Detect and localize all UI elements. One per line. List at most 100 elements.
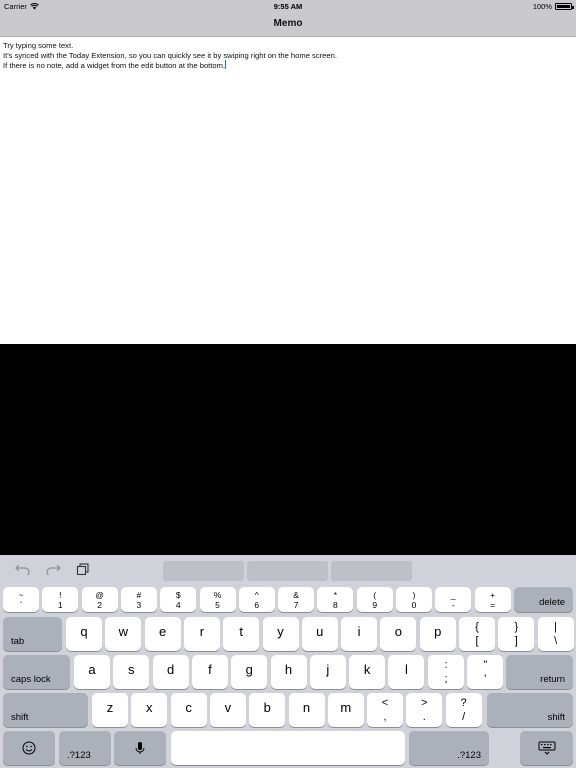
clock: 9:55 AM (273, 2, 303, 11)
key-shift-label: " (483, 659, 488, 671)
key-label: = (490, 600, 496, 610)
key-symbol[interactable]: {[ (459, 617, 495, 651)
key-label: b (263, 700, 271, 715)
key-g[interactable]: g (231, 655, 268, 689)
key-y[interactable]: y (262, 617, 299, 651)
key-l[interactable]: l (388, 655, 425, 689)
key-6[interactable]: ^ 6 (238, 587, 275, 612)
memo-text-view[interactable]: Try typing some text. It's synced with t… (0, 37, 576, 344)
key-p[interactable]: p (419, 617, 456, 651)
key-label: 4 (175, 600, 181, 610)
key-symbol[interactable]: :; (428, 655, 464, 689)
navigation-bar: Memo (0, 12, 576, 37)
key-v[interactable]: v (209, 693, 246, 727)
numbers-key-right[interactable]: .?123 (409, 731, 489, 765)
paste-icon[interactable] (75, 563, 91, 577)
key-label: 5 (215, 600, 220, 610)
key-label: \ (554, 635, 558, 647)
redo-icon[interactable] (45, 563, 61, 577)
key-z[interactable]: z (92, 693, 128, 727)
prediction-slot[interactable] (247, 561, 328, 581)
key--[interactable]: _ - (435, 587, 472, 612)
key-label: h (284, 662, 293, 677)
key-label: 1 (57, 600, 63, 610)
key-3[interactable]: #3 (120, 587, 157, 612)
key-w[interactable]: w (105, 617, 142, 651)
prediction-slot[interactable] (163, 561, 244, 581)
page-title: Memo (273, 18, 303, 29)
key-i[interactable]: i (341, 617, 378, 651)
key-4[interactable]: $4 (160, 587, 197, 612)
key-t[interactable]: t (223, 617, 260, 651)
key-symbol[interactable]: >. (406, 693, 443, 727)
key-h[interactable]: h (270, 655, 307, 689)
key-c[interactable]: c (170, 693, 207, 727)
key-shift-label: : (444, 659, 448, 671)
key-label: g (245, 662, 253, 677)
numbers-key-left[interactable]: .?123 (59, 731, 111, 765)
memo-line: It's synced with the Today Extension, so… (3, 50, 337, 60)
keyboard-dismiss-icon (520, 741, 573, 758)
key-label: [ (475, 635, 479, 647)
key-label: t (239, 624, 243, 639)
key-label: j (326, 662, 330, 677)
key-symbol[interactable]: " ' (467, 655, 504, 689)
key-k[interactable]: k (349, 655, 386, 689)
key-8[interactable]: * 8 (317, 587, 354, 612)
key-2[interactable]: @2 (81, 587, 118, 612)
shift-label: shift (547, 712, 565, 723)
dictation-key[interactable] (114, 731, 166, 765)
return-label: return (540, 674, 565, 685)
key-9[interactable]: (9 (356, 587, 393, 612)
space-bar[interactable] (171, 731, 405, 765)
key-e[interactable]: e (144, 617, 181, 651)
caps-lock-key[interactable]: caps lock (3, 655, 70, 689)
key-label: q (80, 624, 88, 639)
key-m[interactable]: m (327, 693, 364, 727)
key-label: c (185, 700, 192, 715)
key-f[interactable]: f (191, 655, 228, 689)
tab-label: tab (11, 636, 25, 647)
key-label: m (340, 700, 352, 715)
key-x[interactable]: x (131, 693, 168, 727)
key-0[interactable]: ) 0 (396, 587, 432, 612)
key-shift-label: { (475, 621, 479, 633)
key-q[interactable]: q (66, 617, 102, 651)
key-symbol[interactable]: <, (367, 693, 403, 727)
key-b[interactable]: b (249, 693, 286, 727)
emoji-key[interactable] (3, 731, 55, 765)
emoji-icon (3, 741, 55, 758)
key-shift-label: * (333, 590, 338, 600)
tab-key[interactable]: tab (3, 617, 62, 651)
key-a[interactable]: a (74, 655, 110, 689)
key-=[interactable]: + = (474, 587, 511, 612)
key-label: y (277, 624, 284, 639)
undo-icon[interactable] (15, 563, 31, 577)
key-symbol[interactable]: | \ (537, 617, 574, 651)
key-u[interactable]: u (301, 617, 338, 651)
shift-left-key[interactable]: shift (3, 693, 88, 727)
key-d[interactable]: d (152, 655, 189, 689)
key-1[interactable]: ! 1 (42, 587, 79, 612)
delete-key[interactable]: delete (514, 587, 573, 612)
key-symbol[interactable]: ? / (445, 693, 482, 727)
return-key[interactable]: return (506, 655, 573, 689)
numbers-label: .?123 (67, 750, 91, 761)
key-shift-label: ) (412, 590, 416, 600)
key-s[interactable]: s (113, 655, 150, 689)
delete-label: delete (539, 597, 565, 608)
key-`[interactable]: ~ ` (3, 587, 39, 612)
keyboard-dismiss-key[interactable] (520, 731, 573, 765)
key-5[interactable]: % 5 (199, 587, 236, 612)
memo-line: Try typing some text. (3, 41, 74, 50)
key-symbol[interactable]: }] (498, 617, 535, 651)
key-label: 0 (411, 600, 417, 610)
key-j[interactable]: j (309, 655, 346, 689)
key-n[interactable]: n (288, 693, 325, 727)
key-o[interactable]: o (380, 617, 417, 651)
key-shift-label: ( (373, 590, 377, 600)
key-r[interactable]: r (183, 617, 220, 651)
key-7[interactable]: & 7 (278, 587, 315, 612)
shift-right-key[interactable]: shift (487, 693, 573, 727)
prediction-slot[interactable] (331, 561, 412, 581)
